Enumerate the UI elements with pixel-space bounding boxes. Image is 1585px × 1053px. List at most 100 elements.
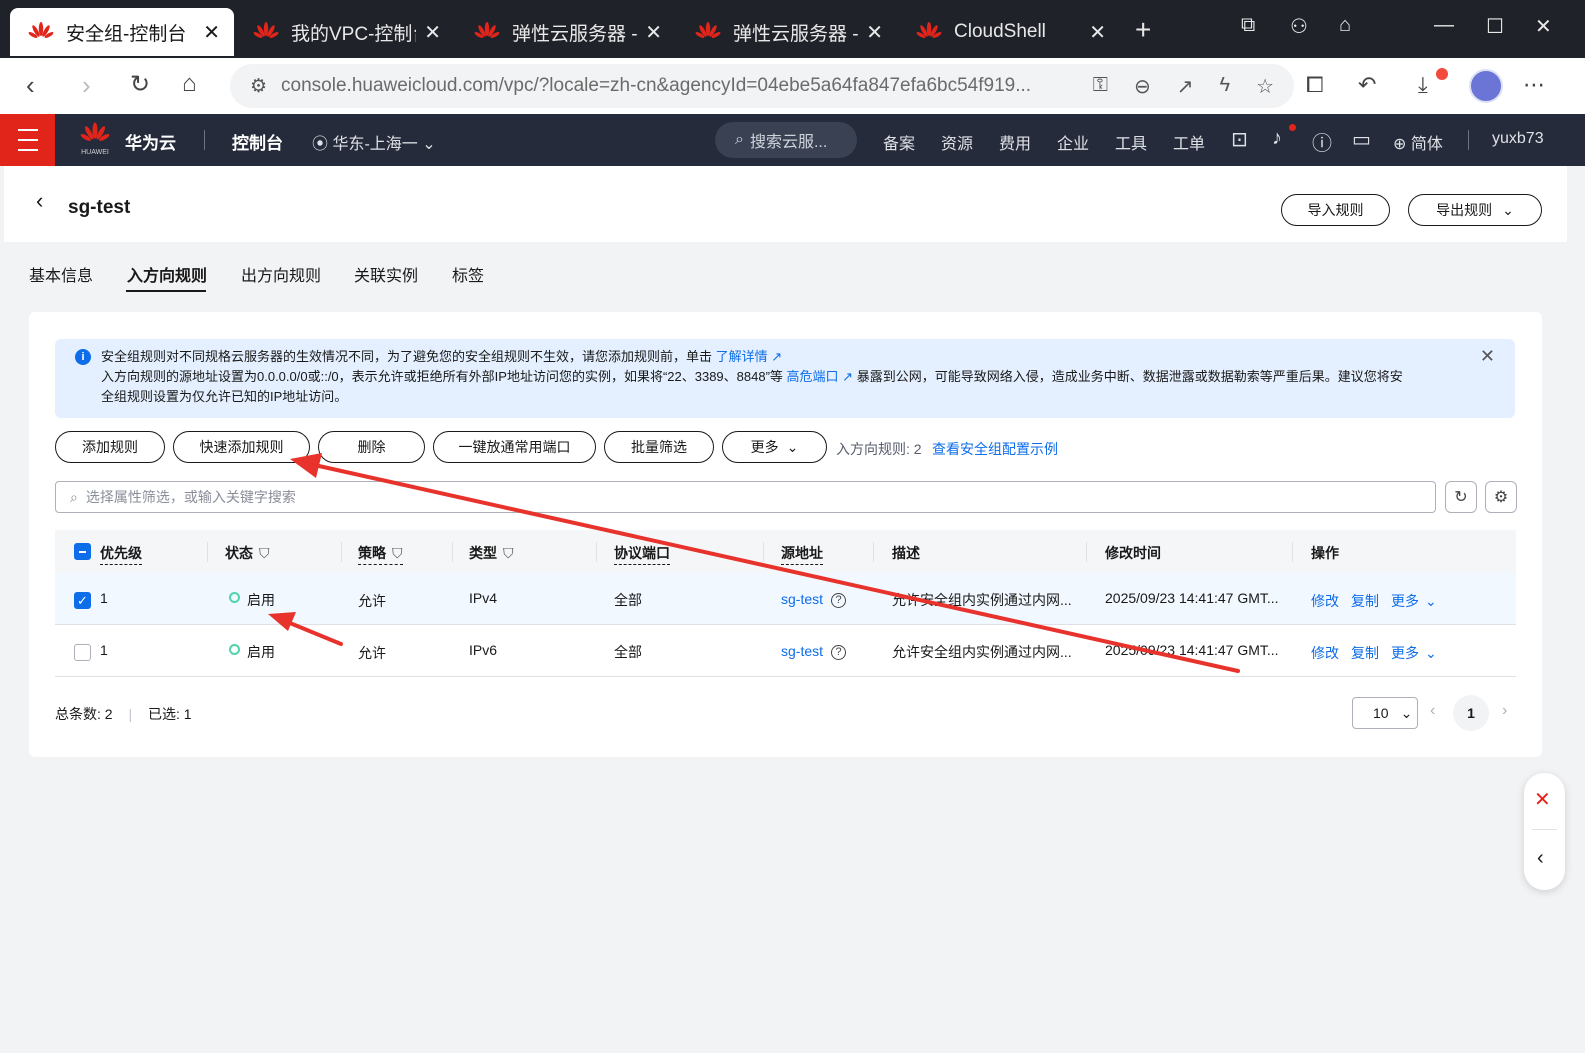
filter-icon[interactable]: ⛉ — [503, 545, 514, 561]
nav-resources[interactable]: 资源 — [941, 130, 973, 154]
browser-tab[interactable]: 安全组-控制台 ✕ — [10, 8, 234, 56]
delete-button[interactable]: 删除 — [318, 431, 425, 463]
new-tab-icon[interactable]: + — [1135, 14, 1151, 46]
cell-source[interactable]: sg-test? — [781, 643, 847, 660]
filter-icon[interactable]: ⛉ — [259, 545, 270, 561]
more-button[interactable]: 更多 ⌄ — [722, 431, 827, 463]
close-icon[interactable]: ✕ — [1480, 346, 1495, 366]
tab-outbound-rules[interactable]: 出方向规则 — [241, 262, 321, 286]
page-size-select[interactable]: 10 ⌄ — [1352, 697, 1418, 729]
reload-icon[interactable]: ↻ — [130, 70, 150, 99]
menu-icon[interactable]: ⋯ — [1523, 72, 1545, 98]
key-icon[interactable]: ⚿ — [1093, 74, 1108, 99]
import-rules-button[interactable]: 导入规则 — [1281, 194, 1390, 226]
incognito-icon[interactable]: ⚇ — [1290, 14, 1308, 39]
username[interactable]: yuxb73 — [1492, 130, 1544, 148]
window-close-icon[interactable]: ✕ — [1535, 14, 1552, 39]
row-checkbox[interactable]: ✓ — [74, 592, 91, 609]
row-checkbox[interactable] — [74, 644, 91, 661]
learn-more-link[interactable]: 了解详情 ↗ — [716, 349, 783, 364]
tab-associated-instances[interactable]: 关联实例 — [354, 262, 418, 286]
browser-tab[interactable]: 弹性云服务器 - 控 ✕ — [677, 8, 897, 56]
table-row[interactable]: 1 启用 允许 IPv6 全部 sg-test? 允许安全组内实例通过内网...… — [55, 625, 1516, 677]
cell-source[interactable]: sg-test? — [781, 591, 847, 608]
huawei-logo[interactable]: HUAWEI — [80, 122, 110, 156]
nav-enterprise[interactable]: 企业 — [1057, 130, 1089, 154]
zoom-icon[interactable]: ⊖ — [1134, 74, 1151, 99]
browser-tab[interactable]: 弹性云服务器 - 控 ✕ — [456, 8, 676, 56]
back-arrow-icon[interactable]: ‹ — [36, 188, 43, 214]
nav-tickets[interactable]: 工单 — [1173, 130, 1205, 154]
nav-beian[interactable]: 备案 — [883, 130, 915, 154]
settings-button[interactable]: ⚙ — [1485, 481, 1517, 513]
brand-name[interactable]: 华为云 — [125, 129, 176, 154]
select-all-checkbox[interactable] — [74, 543, 91, 560]
language-selector[interactable]: ⊕ 简体 — [1393, 130, 1443, 154]
extensions-icon[interactable]: ⧠ — [1306, 72, 1324, 98]
bell-icon[interactable]: ♪ — [1272, 127, 1282, 150]
assistant-icon[interactable]: ✕ — [1534, 787, 1551, 812]
col-source[interactable]: 源地址 — [781, 543, 823, 565]
help-icon[interactable]: ? — [831, 592, 847, 608]
close-icon[interactable]: ✕ — [424, 20, 441, 45]
maximize-icon[interactable]: ☐ — [1486, 14, 1504, 39]
tab-inbound-rules[interactable]: 入方向规则 — [127, 262, 207, 286]
source-link[interactable]: sg-test — [781, 591, 823, 607]
home-icon[interactable]: ⌂ — [182, 70, 197, 98]
help-icon[interactable]: ⓘ — [1312, 127, 1332, 156]
cloudshell-icon[interactable]: ⊡ — [1231, 127, 1248, 152]
export-rules-button[interactable]: 导出规则 ⌄ — [1408, 194, 1542, 226]
col-protocol-port[interactable]: 协议端口 — [614, 543, 670, 565]
close-icon[interactable]: ✕ — [1089, 20, 1106, 45]
extension-icon[interactable]: ⌂ — [1339, 14, 1351, 37]
region-selector[interactable]: ⦿ 华东-上海一 ⌄ — [312, 130, 436, 154]
filter-icon[interactable]: ⛉ — [392, 545, 403, 561]
share-icon[interactable]: ↗ — [1177, 74, 1194, 99]
star-icon[interactable]: ☆ — [1256, 74, 1274, 99]
download-icon[interactable]: ⤓ — [1418, 72, 1428, 98]
collapse-icon[interactable]: ‹ — [1537, 847, 1544, 870]
nav-billing[interactable]: 费用 — [999, 130, 1031, 154]
bolt-icon[interactable]: ϟ — [1219, 74, 1230, 99]
row-more-link[interactable]: 更多 ⌄ — [1391, 591, 1437, 611]
tab-tags[interactable]: 标签 — [452, 262, 484, 286]
row-more-link[interactable]: 更多 ⌄ — [1391, 643, 1437, 663]
help-icon[interactable]: ? — [831, 644, 847, 660]
avatar[interactable] — [1469, 69, 1503, 103]
table-row[interactable]: ✓ 1 启用 允许 IPv4 全部 sg-test? 允许安全组内实例通过内网.… — [55, 573, 1516, 625]
minimize-icon[interactable]: — — [1434, 14, 1454, 37]
close-icon[interactable]: ✕ — [203, 20, 220, 45]
browser-tab[interactable]: 我的VPC-控制台 ✕ — [235, 8, 455, 56]
quick-add-rule-button[interactable]: 快速添加规则 — [173, 431, 310, 463]
close-icon[interactable]: ✕ — [645, 20, 662, 45]
site-info-icon[interactable]: ⚙ — [250, 75, 267, 98]
source-link[interactable]: sg-test — [781, 643, 823, 659]
config-example-link[interactable]: 查看安全组配置示例 — [932, 439, 1058, 459]
refresh-button[interactable]: ↻ — [1445, 481, 1477, 513]
prev-page-icon[interactable]: ‹ — [1430, 702, 1435, 720]
open-common-ports-button[interactable]: 一键放通常用端口 — [433, 431, 596, 463]
browser-tab[interactable]: CloudShell ✕ — [898, 8, 1120, 56]
url-field[interactable]: ⚙ console.huaweicloud.com/vpc/?locale=zh… — [230, 64, 1294, 108]
copy-link[interactable]: 复制 — [1351, 643, 1379, 663]
forward-icon[interactable]: › — [82, 70, 91, 101]
current-page[interactable]: 1 — [1453, 695, 1489, 731]
edit-link[interactable]: 修改 — [1311, 591, 1339, 611]
edit-link[interactable]: 修改 — [1311, 643, 1339, 663]
search-input[interactable]: ⌕ 选择属性筛选，或输入关键字搜索 — [55, 481, 1436, 513]
batch-filter-button[interactable]: 批量筛选 — [604, 431, 714, 463]
feedback-icon[interactable]: ▭ — [1352, 127, 1371, 152]
tab-basic-info[interactable]: 基本信息 — [29, 262, 93, 286]
close-icon[interactable]: ✕ — [866, 20, 883, 45]
global-search[interactable]: ⌕ 搜索云服... — [715, 122, 857, 158]
workspaces-icon[interactable]: ⧉ — [1241, 14, 1255, 37]
col-priority[interactable]: 优先级 — [100, 543, 142, 565]
nav-tools[interactable]: 工具 — [1115, 130, 1147, 154]
high-risk-ports-link[interactable]: 高危端口 ↗ — [787, 369, 854, 384]
copy-link[interactable]: 复制 — [1351, 591, 1379, 611]
add-rule-button[interactable]: 添加规则 — [55, 431, 165, 463]
history-back-icon[interactable]: ↶ — [1358, 72, 1376, 98]
menu-toggle-button[interactable] — [0, 114, 55, 166]
next-page-icon[interactable]: › — [1502, 702, 1507, 720]
back-icon[interactable]: ‹ — [26, 70, 35, 101]
